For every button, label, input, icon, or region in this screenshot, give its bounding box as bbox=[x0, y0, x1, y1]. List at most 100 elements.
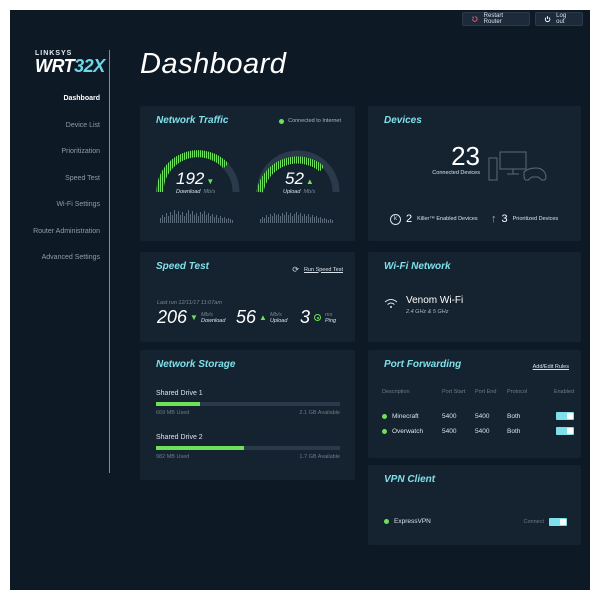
wifi-icon bbox=[384, 299, 398, 308]
sidebar-item-speed-test[interactable]: Speed Test bbox=[10, 172, 100, 199]
connected-devices-count: 23 bbox=[451, 141, 480, 171]
restart-icon bbox=[471, 16, 478, 22]
download-sparkline bbox=[160, 210, 233, 223]
drive-2-usage-bar bbox=[156, 446, 340, 450]
vpn-row: ExpressVPN bbox=[384, 518, 431, 525]
speed-down-arrow-icon: ▼ bbox=[190, 313, 198, 322]
download-readout: 192 ▼ bbox=[176, 169, 214, 189]
row-2-port-start: 5400 bbox=[442, 427, 457, 435]
speed-ping-value: 3 bbox=[300, 307, 311, 327]
upload-caption: Upload Mb/s bbox=[283, 189, 315, 195]
sidebar-nav: Dashboard Device List Prioritization Spe… bbox=[10, 92, 100, 278]
speed-download: 206 ▼ Mb/s Download bbox=[157, 307, 225, 328]
drive-1-usage-bar bbox=[156, 402, 340, 406]
speed-upload-caption: Mb/s Upload bbox=[270, 312, 287, 324]
upload-sparkline bbox=[260, 212, 333, 223]
drive-2-usage-fill bbox=[156, 446, 245, 450]
killer-icon: k bbox=[390, 213, 401, 225]
drive-1-available: 2.1 GB Available bbox=[299, 410, 340, 416]
row-1-protocol: Both bbox=[507, 412, 521, 420]
killer-label: Killer™ Enabled Devices bbox=[417, 216, 478, 222]
row-2-description: Overwatch bbox=[392, 427, 424, 435]
model-main: WRT bbox=[35, 56, 75, 76]
speed-download-label: Download bbox=[200, 317, 226, 324]
row-2-status-dot bbox=[382, 428, 387, 434]
download-value: 192 bbox=[176, 169, 205, 188]
logout-button[interactable]: Log out bbox=[535, 12, 583, 26]
network-storage-card: Network Storage Shared Drive 1 669 MB Us… bbox=[140, 350, 355, 480]
row-2-description-cell: Overwatch bbox=[382, 428, 442, 435]
download-label: Download bbox=[176, 189, 201, 195]
vpn-connect-toggle[interactable] bbox=[549, 518, 567, 526]
sidebar-item-advanced-settings[interactable]: Advanced Settings bbox=[10, 251, 100, 278]
brand-logo: LINKSYS WRT32X bbox=[35, 50, 105, 75]
drive-2-name: Shared Drive 2 bbox=[156, 434, 203, 441]
prioritized-label: Prioritized Devices bbox=[512, 216, 559, 222]
speed-ping-caption: ms Ping bbox=[325, 312, 336, 324]
run-speed-test-label: Run Speed Test bbox=[303, 266, 343, 273]
refresh-icon: ⟳ bbox=[292, 265, 299, 274]
vpn-client-card: VPN Client ExpressVPN Connect bbox=[368, 465, 581, 545]
logout-label: Log out bbox=[556, 13, 567, 25]
sidebar-item-wifi-settings[interactable]: Wi-Fi Settings bbox=[10, 198, 100, 225]
row-1-port-start: 5400 bbox=[442, 412, 457, 420]
vpn-client-title: VPN Client bbox=[384, 474, 436, 485]
drive-2-used: 982 MB Used bbox=[156, 454, 190, 460]
row-2-port-end: 5400 bbox=[475, 427, 490, 435]
prioritized-count: 3 bbox=[501, 213, 508, 225]
internet-status: Connected to Internet bbox=[279, 118, 341, 124]
sidebar-item-prioritization[interactable]: Prioritization bbox=[10, 145, 100, 172]
run-speed-test-button[interactable]: ⟳ Run Speed Test bbox=[292, 265, 343, 274]
restart-router-button[interactable]: Restart Router bbox=[462, 12, 530, 26]
speed-test-card: Speed Test ⟳ Run Speed Test Last run 12/… bbox=[140, 252, 355, 342]
col-port-end: Port End bbox=[475, 389, 497, 395]
network-traffic-title: Network Traffic bbox=[156, 115, 229, 126]
sidebar-item-device-list[interactable]: Device List bbox=[10, 119, 100, 146]
devices-title: Devices bbox=[384, 115, 422, 126]
vpn-connect-control: Connect bbox=[524, 518, 567, 526]
port-table-header: Description Port Start Port End Protocol… bbox=[382, 389, 574, 395]
row-2-enabled-toggle[interactable] bbox=[556, 427, 574, 435]
upload-value: 52 bbox=[285, 169, 304, 188]
last-run: Last run 12/11/17 11:07am bbox=[157, 300, 222, 306]
sidebar-item-router-administration[interactable]: Router Administration bbox=[10, 225, 100, 252]
upload-label: Upload bbox=[283, 189, 301, 195]
row-2-toggle-cell bbox=[545, 422, 574, 440]
table-row: Overwatch 5400 5400 Both bbox=[382, 422, 574, 440]
vpn-status-dot bbox=[384, 519, 389, 524]
sidebar-item-dashboard[interactable]: Dashboard bbox=[10, 92, 100, 119]
speed-ping-label: Ping bbox=[325, 317, 337, 324]
ping-icon bbox=[314, 314, 322, 321]
port-forwarding-card: Port Forwarding Add/Edit Rules Descripti… bbox=[368, 350, 581, 458]
brand-model: WRT32X bbox=[35, 57, 105, 75]
killer-devices: k 2 Killer™ Enabled Devices bbox=[390, 213, 478, 225]
speed-upload-label: Upload bbox=[269, 317, 288, 324]
power-icon bbox=[544, 16, 551, 23]
restart-router-label: Restart Router bbox=[483, 13, 503, 25]
speed-upload-value: 56 bbox=[236, 307, 257, 327]
internet-status-label: Connected to Internet bbox=[288, 118, 341, 124]
row-1-status-dot bbox=[382, 413, 387, 419]
col-protocol: Protocol bbox=[507, 389, 528, 395]
wifi-bands: 2.4 GHz & 5 GHz bbox=[406, 309, 449, 315]
row-2-protocol: Both bbox=[507, 427, 521, 435]
row-1-description: Minecraft bbox=[392, 412, 419, 420]
devices-illustration-icon bbox=[488, 151, 547, 181]
speed-download-caption: Mb/s Download bbox=[201, 312, 225, 324]
drive-1-used: 669 MB Used bbox=[156, 410, 190, 416]
col-description: Description bbox=[382, 389, 410, 395]
priority-arrow-icon: ↑ bbox=[491, 213, 497, 225]
page-title: Dashboard bbox=[140, 48, 287, 80]
speed-test-title: Speed Test bbox=[156, 261, 209, 272]
speed-ping: 3 ms Ping bbox=[300, 307, 336, 328]
up-arrow-icon: ▲ bbox=[305, 177, 314, 186]
status-dot bbox=[279, 118, 285, 124]
model-accent: 32X bbox=[74, 56, 105, 76]
speed-upload: 56 ▲ Mb/s Upload bbox=[236, 307, 287, 328]
col-enabled: Enabled bbox=[553, 389, 574, 395]
connected-devices-label: Connected Devices bbox=[432, 170, 480, 176]
wifi-ssid: Venom Wi-Fi bbox=[406, 295, 464, 306]
add-edit-rules-link[interactable]: Add/Edit Rules bbox=[533, 364, 569, 370]
killer-count: 2 bbox=[406, 213, 413, 225]
row-1-enabled-toggle[interactable] bbox=[556, 412, 574, 420]
